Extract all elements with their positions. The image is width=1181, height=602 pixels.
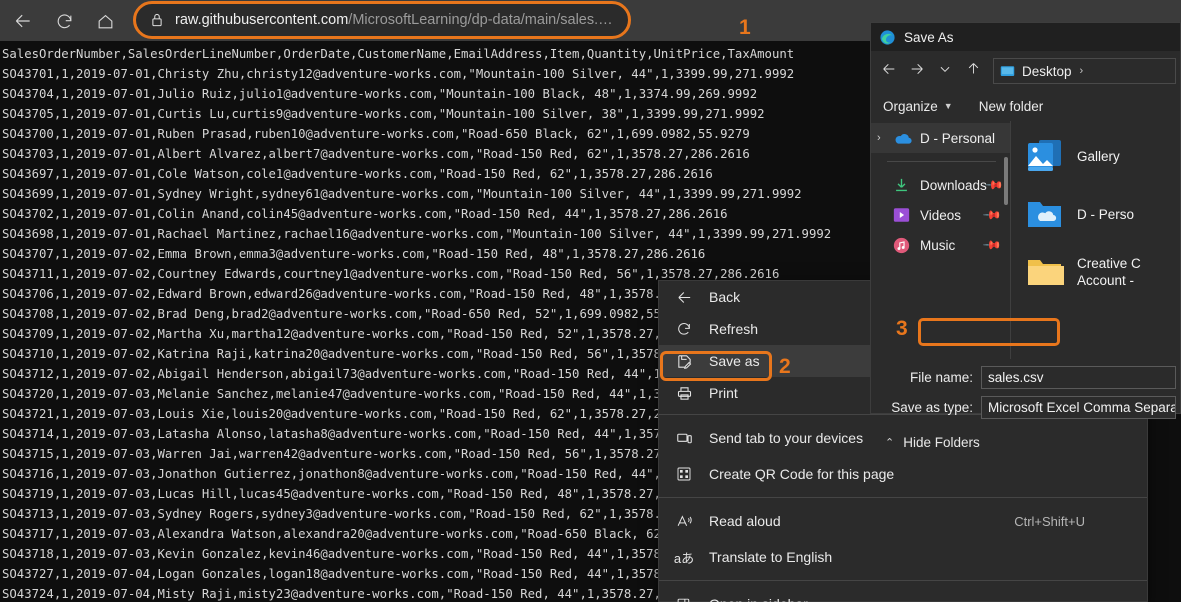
dialog-command-bar: Organize ▼ New folder bbox=[871, 91, 1180, 121]
tree-item-label: Music bbox=[920, 237, 956, 253]
save-as-type-row: Save as type: Microsoft Excel Comma Sepa… bbox=[871, 395, 1180, 420]
chevron-down-icon: ▼ bbox=[943, 101, 953, 111]
menu-item-label: Translate to English bbox=[709, 549, 833, 565]
menu-item-read-aloud[interactable]: Read aloud Ctrl+Shift+U bbox=[659, 503, 1147, 539]
desktop-icon bbox=[1000, 65, 1015, 78]
address-host: raw.githubusercontent.com bbox=[175, 12, 349, 28]
save-as-type-select[interactable]: Microsoft Excel Comma Separated bbox=[981, 396, 1176, 419]
pin-icon: 📌 bbox=[982, 204, 1003, 226]
file-list-item[interactable]: Creative C Account - bbox=[1011, 243, 1180, 301]
lock-icon bbox=[148, 11, 166, 29]
dialog-navbar: Desktop › bbox=[871, 51, 1180, 91]
dialog-title: Save As bbox=[904, 29, 954, 45]
up-arrow-icon bbox=[966, 61, 981, 81]
navigation-scrollbar[interactable] bbox=[1004, 157, 1008, 205]
dialog-titlebar: Save As bbox=[871, 23, 1180, 51]
hide-folders-button[interactable]: ⌃ Hide Folders bbox=[885, 435, 980, 450]
refresh-icon bbox=[673, 319, 695, 339]
menu-item-translate[interactable]: aあ Translate to English bbox=[659, 539, 1147, 575]
dialog-forward-button[interactable] bbox=[903, 57, 931, 85]
dialog-body: › D - Personal Downloads 📌 Videos 📌 Musi… bbox=[871, 121, 1180, 359]
edge-logo-icon bbox=[879, 29, 896, 46]
gallery-icon bbox=[1023, 136, 1067, 176]
annotation-2: 2 bbox=[779, 355, 791, 378]
menu-item-label: Open in sidebar bbox=[709, 596, 1147, 602]
organize-button[interactable]: Organize ▼ bbox=[883, 99, 953, 114]
menu-item-shortcut: Ctrl+Shift+U bbox=[1014, 513, 1085, 529]
annotation-1: 1 bbox=[739, 16, 751, 39]
forward-arrow-icon bbox=[909, 61, 925, 82]
menu-item-open-in-sidebar[interactable]: Open in sidebar bbox=[659, 586, 1147, 602]
printer-icon bbox=[673, 383, 695, 403]
screen: SalesOrderNumber,SalesOrderLineNumber,Or… bbox=[0, 0, 1181, 602]
dialog-fields: File name: sales.csv Save as type: Micro… bbox=[871, 359, 1180, 420]
dialog-up-button[interactable] bbox=[959, 57, 987, 85]
devices-icon bbox=[673, 428, 695, 448]
chevron-down-icon bbox=[938, 62, 952, 81]
tree-item-label: D - Personal bbox=[920, 130, 996, 146]
back-arrow-icon bbox=[673, 287, 695, 307]
file-list-pane: Gallery D - Perso Creative C Account - bbox=[1010, 121, 1180, 359]
save-as-dialog: Save As Desktop › Organize ▼ New folder … bbox=[870, 22, 1181, 450]
menu-item-label: Read aloud bbox=[709, 513, 781, 529]
save-disk-icon bbox=[673, 351, 695, 371]
breadcrumb-separator: › bbox=[1079, 65, 1084, 77]
tree-item-label: Videos bbox=[920, 207, 962, 223]
breadcrumb[interactable]: Desktop › bbox=[993, 58, 1176, 84]
file-name-label: Creative C Account - bbox=[1077, 256, 1141, 288]
save-as-type-label: Save as type: bbox=[891, 400, 973, 415]
refresh-icon bbox=[55, 12, 74, 31]
file-name-label: D - Perso bbox=[1077, 206, 1135, 222]
tree-item-label: Downloads bbox=[920, 177, 987, 193]
tree-item-d-personal[interactable]: › D - Personal bbox=[871, 123, 1010, 153]
breadcrumb-location: Desktop bbox=[1022, 63, 1072, 79]
onedrive-folder-icon bbox=[1023, 194, 1067, 234]
file-name-input[interactable]: sales.csv bbox=[981, 366, 1176, 389]
back-button[interactable] bbox=[8, 6, 38, 36]
address-text: raw.githubusercontent.com/MicrosoftLearn… bbox=[175, 12, 616, 28]
dialog-back-button[interactable] bbox=[875, 57, 903, 85]
new-folder-button[interactable]: New folder bbox=[979, 99, 1044, 114]
menu-divider bbox=[659, 580, 1147, 581]
open-in-sidebar-icon bbox=[673, 594, 695, 602]
qr-code-icon bbox=[673, 464, 695, 484]
tree-divider bbox=[887, 161, 996, 162]
tree-item-downloads[interactable]: Downloads 📌 bbox=[871, 170, 1010, 200]
tree-item-videos[interactable]: Videos 📌 bbox=[871, 200, 1010, 230]
downloads-icon bbox=[893, 177, 912, 194]
address-bar[interactable]: raw.githubusercontent.com/MicrosoftLearn… bbox=[136, 4, 628, 36]
home-icon bbox=[96, 12, 115, 31]
menu-item-create-qr[interactable]: Create QR Code for this page bbox=[659, 456, 1147, 492]
menu-item-label: Create QR Code for this page bbox=[709, 466, 895, 482]
chevron-right-icon[interactable]: › bbox=[877, 132, 893, 144]
videos-icon bbox=[893, 207, 912, 224]
music-icon bbox=[893, 237, 912, 254]
file-list-item[interactable]: D - Perso bbox=[1011, 185, 1180, 243]
annotation-3: 3 bbox=[896, 317, 908, 340]
onedrive-icon bbox=[893, 130, 912, 147]
hide-folders-label: Hide Folders bbox=[903, 435, 980, 450]
back-arrow-icon bbox=[13, 11, 33, 31]
dialog-recent-locations-button[interactable] bbox=[931, 57, 959, 85]
file-name-row: File name: sales.csv bbox=[871, 365, 1180, 390]
file-name-label: Gallery bbox=[1077, 148, 1120, 164]
home-button[interactable] bbox=[90, 6, 120, 36]
back-arrow-icon bbox=[881, 61, 897, 82]
pin-icon: 📌 bbox=[982, 234, 1003, 256]
new-folder-label: New folder bbox=[978, 98, 1044, 114]
folder-icon bbox=[1023, 252, 1067, 292]
dialog-footer: ⌃ Hide Folders bbox=[871, 425, 1180, 450]
menu-divider bbox=[659, 497, 1147, 498]
read-aloud-icon bbox=[673, 511, 695, 531]
file-name-label: File name: bbox=[909, 370, 973, 385]
refresh-button[interactable] bbox=[49, 6, 79, 36]
translate-icon: aあ bbox=[673, 550, 695, 566]
navigation-pane: › D - Personal Downloads 📌 Videos 📌 Musi… bbox=[871, 121, 1010, 359]
pin-icon: 📌 bbox=[984, 174, 1005, 196]
tree-item-music[interactable]: Music 📌 bbox=[871, 230, 1010, 260]
chevron-up-icon: ⌃ bbox=[885, 437, 895, 449]
organize-label: Organize bbox=[883, 98, 938, 114]
address-path: /MicrosoftLearning/dp-data/main/sales.cs… bbox=[348, 12, 616, 28]
file-list-item[interactable]: Gallery bbox=[1011, 127, 1180, 185]
